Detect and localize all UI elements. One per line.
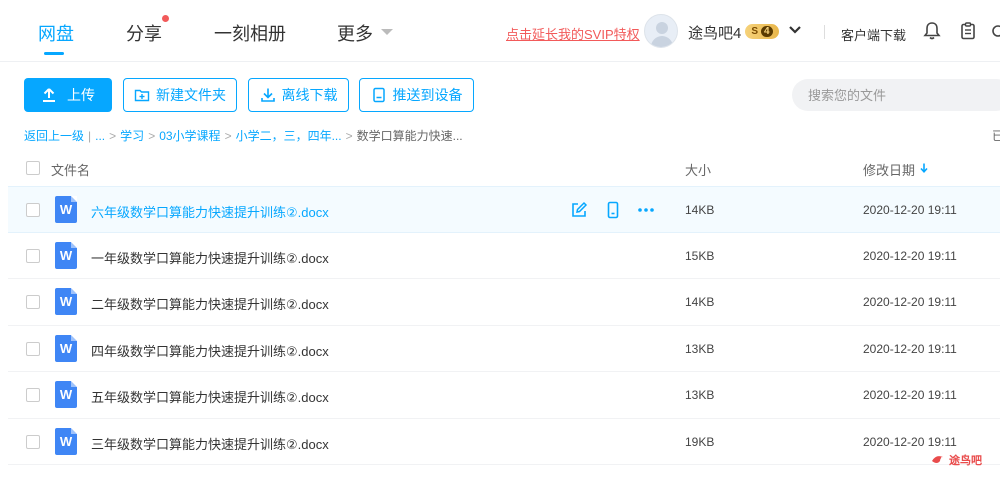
file-name[interactable]: 四年级数学口算能力快速提升训练②.docx xyxy=(91,341,329,360)
column-name-header[interactable]: 文件名 xyxy=(51,160,90,179)
word-doc-icon: W xyxy=(55,334,77,362)
edit-icon[interactable] xyxy=(570,201,588,219)
avatar[interactable] xyxy=(644,14,678,48)
offline-download-button[interactable]: 离线下载 xyxy=(248,78,349,112)
avatar-body xyxy=(651,36,673,47)
bird-logo-icon xyxy=(932,456,943,463)
tab-netdisk[interactable]: 网盘 xyxy=(38,20,74,46)
file-date: 2020-12-20 19:11 xyxy=(863,203,957,217)
chevron-down-icon[interactable] xyxy=(381,29,393,35)
file-size: 15KB xyxy=(685,248,715,263)
username[interactable]: 途鸟吧4 xyxy=(688,22,741,43)
row-checkbox[interactable] xyxy=(26,248,40,263)
file-date: 2020-12-20 19:11 xyxy=(863,295,957,309)
file-date: 2020-12-20 19:11 xyxy=(863,434,957,449)
breadcrumb-separator: > xyxy=(224,129,232,143)
breadcrumb-separator: > xyxy=(109,129,117,143)
file-size: 14KB xyxy=(685,295,715,309)
tab-album[interactable]: 一刻相册 xyxy=(214,20,286,46)
top-nav: 网盘 分享 一刻相册 更多 点击延长我的SVIP特权 途鸟吧4 S 4 客户端下… xyxy=(0,0,1000,62)
new-folder-button[interactable]: 新建文件夹 xyxy=(123,78,237,112)
breadcrumb-separator: | xyxy=(88,129,92,143)
tab-share[interactable]: 分享 xyxy=(126,20,162,46)
divider xyxy=(824,25,825,39)
row-checkbox[interactable] xyxy=(26,341,40,356)
vip-level: S xyxy=(751,26,759,37)
bell-icon[interactable] xyxy=(922,21,942,41)
push-to-device-label: 推送到设备 xyxy=(392,87,463,103)
table-row[interactable]: W 三年级数学口算能力快速提升训练②.docx 19KB 2020-12-20 … xyxy=(8,419,1000,465)
breadcrumb-ellipsis[interactable]: ... xyxy=(95,129,105,143)
breadcrumb-current: 数学口算能力快速... xyxy=(356,129,463,143)
file-size: 13KB xyxy=(685,388,715,402)
file-date: 2020-12-20 19:11 xyxy=(863,248,957,263)
sort-down-arrow-icon[interactable] xyxy=(920,163,928,173)
breadcrumb-item-primary-course[interactable]: 03小学课程 xyxy=(159,129,220,143)
toolbar: 上传 新建文件夹 离线下载 推送到设备 xyxy=(0,63,1000,125)
loaded-hint: 已 xyxy=(992,129,1000,143)
user-menu-chevron-icon[interactable] xyxy=(788,24,802,36)
new-folder-icon xyxy=(134,89,150,102)
upload-label: 上传 xyxy=(67,87,95,103)
file-name[interactable]: 六年级数学口算能力快速提升训练②.docx xyxy=(91,202,329,221)
table-row[interactable]: W 一年级数学口算能力快速提升训练②.docx 15KB 2020-12-20 … xyxy=(8,233,1000,279)
table-row[interactable]: W 六年级数学口算能力快速提升训练②.docx 14KB 2020-12-20 … xyxy=(8,186,1000,233)
tab-more[interactable]: 更多 xyxy=(337,20,373,46)
file-size: 19KB xyxy=(685,434,715,449)
client-download-link[interactable]: 客户端下载 xyxy=(841,25,906,44)
upload-icon xyxy=(43,88,55,102)
offline-download-label: 离线下载 xyxy=(281,87,338,103)
active-tab-indicator xyxy=(44,52,64,55)
breadcrumb-separator: > xyxy=(148,129,156,143)
word-doc-icon: W xyxy=(55,241,77,269)
column-date-header[interactable]: 修改日期 xyxy=(863,160,915,179)
breadcrumb-item-grades[interactable]: 小学二，三，四年... xyxy=(236,129,342,143)
notification-dot xyxy=(162,15,169,22)
word-doc-icon: W xyxy=(55,381,77,408)
word-doc-icon: W xyxy=(55,427,77,455)
clipboard-icon[interactable] xyxy=(958,21,978,41)
device-icon xyxy=(372,87,385,103)
select-all-checkbox[interactable] xyxy=(26,161,40,175)
breadcrumb-separator: > xyxy=(345,129,353,143)
file-date: 2020-12-20 19:11 xyxy=(863,388,957,402)
file-name[interactable]: 一年级数学口算能力快速提升训练②.docx xyxy=(91,248,329,267)
upload-button[interactable]: 上传 xyxy=(24,78,112,112)
phone-icon[interactable] xyxy=(604,201,622,219)
word-doc-icon: W xyxy=(55,196,77,223)
table-row[interactable]: W 五年级数学口算能力快速提升训练②.docx 13KB 2020-12-20 … xyxy=(8,372,1000,419)
breadcrumb-back[interactable]: 返回上一级 xyxy=(24,129,84,143)
word-doc-icon: W xyxy=(55,288,77,315)
row-checkbox[interactable] xyxy=(26,388,40,402)
table-row[interactable]: W 二年级数学口算能力快速提升训练②.docx 14KB 2020-12-20 … xyxy=(8,279,1000,326)
push-to-device-button[interactable]: 推送到设备 xyxy=(359,78,474,112)
file-size: 14KB xyxy=(685,203,715,217)
file-list: W 六年级数学口算能力快速提升训练②.docx 14KB 2020-12-20 … xyxy=(8,186,1000,465)
svip-promo-link[interactable]: 点击延长我的SVIP特权 xyxy=(506,24,640,43)
file-size: 13KB xyxy=(685,341,715,356)
watermark-text: 途鸟吧 xyxy=(949,455,982,467)
row-checkbox[interactable] xyxy=(26,295,40,309)
file-name[interactable]: 三年级数学口算能力快速提升训练②.docx xyxy=(91,434,329,453)
vip-number: 4 xyxy=(761,26,773,37)
table-header: 文件名 大小 修改日期 xyxy=(8,150,1000,186)
file-date: 2020-12-20 19:11 xyxy=(863,341,957,356)
breadcrumb-item-study[interactable]: 学习 xyxy=(120,129,144,143)
search-input[interactable] xyxy=(792,79,1000,111)
vip-badge: S 4 xyxy=(745,24,779,39)
column-size-header[interactable]: 大小 xyxy=(685,160,711,179)
partial-edge-icon[interactable] xyxy=(992,21,1000,41)
table-row[interactable]: W 四年级数学口算能力快速提升训练②.docx 13KB 2020-12-20 … xyxy=(8,326,1000,372)
watermark-logo: 途鸟吧 xyxy=(931,452,982,468)
row-checkbox[interactable] xyxy=(26,434,40,449)
avatar-head xyxy=(656,22,668,34)
more-icon[interactable] xyxy=(637,201,655,219)
file-name[interactable]: 五年级数学口算能力快速提升训练②.docx xyxy=(91,387,329,406)
new-folder-label: 新建文件夹 xyxy=(156,87,226,103)
file-name[interactable]: 二年级数学口算能力快速提升训练②.docx xyxy=(91,294,329,313)
row-checkbox[interactable] xyxy=(26,203,40,217)
breadcrumb: 返回上一级 |... > 学习 >03小学课程 > 小学二，三，四年... > 数学口算能力快速… xyxy=(24,127,463,144)
download-icon xyxy=(260,88,275,102)
